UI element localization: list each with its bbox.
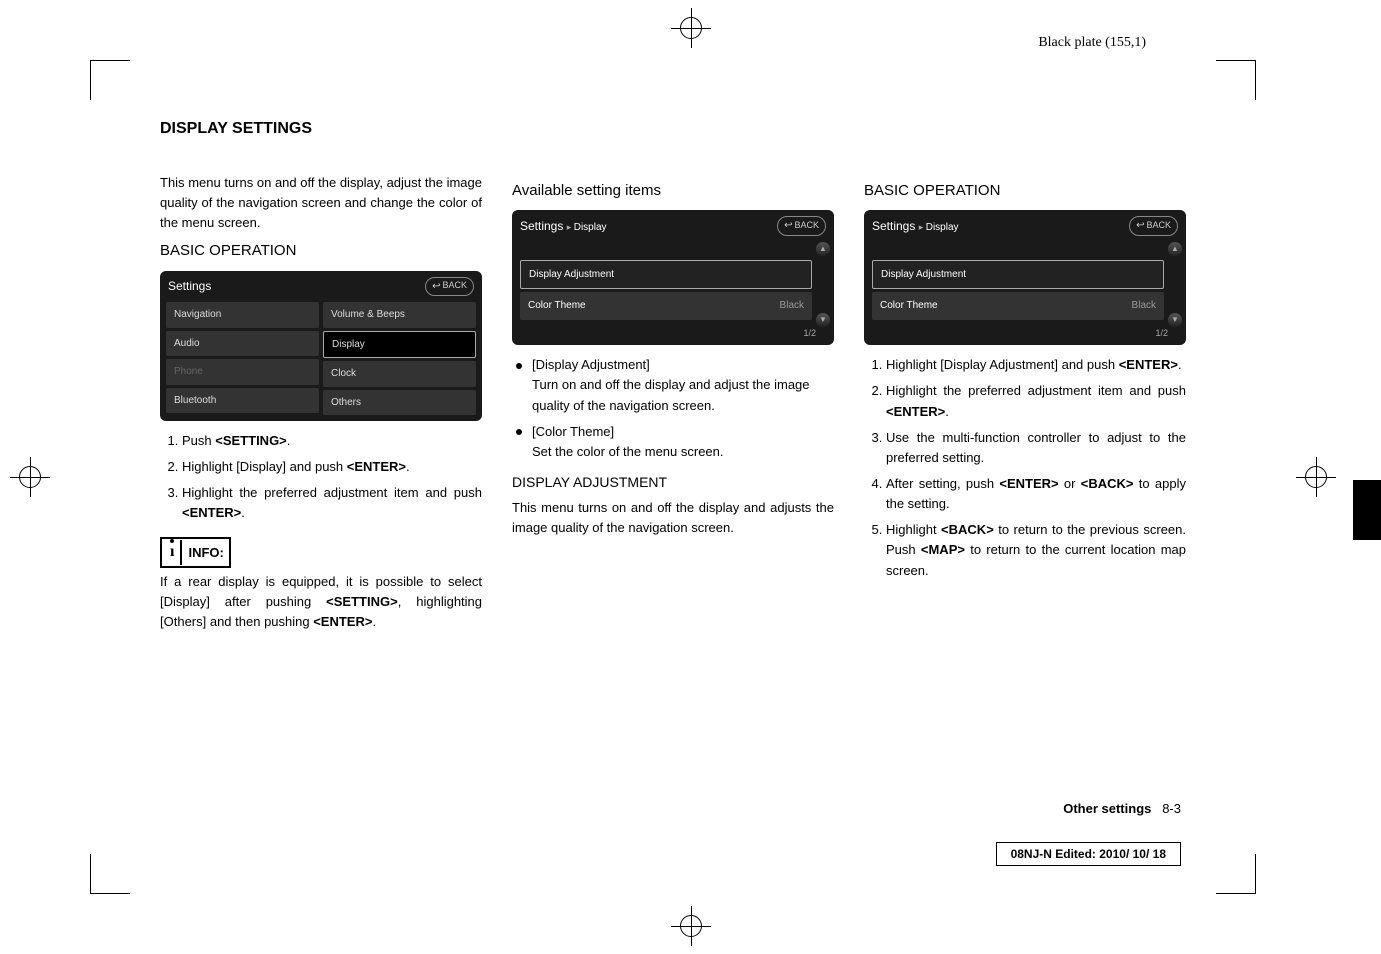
- bluetooth-cell: Bluetooth: [166, 388, 319, 414]
- registration-mark-left: [10, 457, 50, 497]
- color-theme-row: Color ThemeBlack: [872, 292, 1164, 320]
- display-adjustment-text: This menu turns on and off the display a…: [512, 498, 834, 538]
- info-text: If a rear display is equipped, it is pos…: [160, 572, 482, 632]
- phone-cell: Phone: [166, 359, 319, 385]
- info-icon: ı: [164, 540, 182, 565]
- page-indicator: 1/2: [1155, 327, 1168, 341]
- nav-cell: Navigation: [166, 302, 319, 328]
- step: Use the multi-function controller to adj…: [886, 428, 1186, 468]
- edit-info-box: 08NJ-N Edited: 2010/ 10/ 18: [996, 842, 1181, 866]
- scroll-up-icon: ▲: [816, 242, 830, 256]
- back-button: BACK: [425, 277, 474, 297]
- ss-breadcrumb: Settings ▸ Display: [872, 217, 959, 236]
- steps-list: Push <SETTING>. Highlight [Display] and …: [160, 431, 482, 524]
- scroll-up-icon: ▲: [1168, 242, 1182, 256]
- others-cell: Others: [323, 390, 476, 416]
- available-items-heading: Available setting items: [512, 179, 834, 202]
- volume-cell: Volume & Beeps: [323, 302, 476, 328]
- step: Highlight <BACK> to return to the previo…: [886, 520, 1186, 580]
- display-cell: Display: [323, 331, 476, 359]
- audio-cell: Audio: [166, 331, 319, 357]
- bullet-item: [Color Theme]Set the color of the menu s…: [516, 422, 834, 462]
- display-adjustment-heading: DISPLAY ADJUSTMENT: [512, 472, 834, 494]
- display-adjustment-row: Display Adjustment: [520, 260, 812, 290]
- column-3: BASIC OPERATION Settings ▸ Display BACK …: [864, 173, 1186, 638]
- step: Push <SETTING>.: [182, 431, 482, 451]
- back-button: BACK: [1129, 216, 1178, 236]
- intro-text: This menu turns on and off the display, …: [160, 173, 482, 233]
- column-2: Available setting items Settings ▸ Displ…: [512, 173, 834, 638]
- info-box: ı INFO:: [160, 537, 231, 568]
- page-title: DISPLAY SETTINGS: [160, 120, 1186, 138]
- scroll-bar: ▲ ▼: [1168, 242, 1182, 327]
- bullet-item: [Display Adjustment]Turn on and off the …: [516, 355, 834, 415]
- scroll-bar: ▲ ▼: [816, 242, 830, 327]
- column-1: This menu turns on and off the display, …: [160, 173, 482, 638]
- step: After setting, push <ENTER> or <BACK> to…: [886, 474, 1186, 514]
- section-tab: [1353, 480, 1381, 540]
- step: Highlight [Display] and push <ENTER>.: [182, 457, 482, 477]
- step: Highlight the preferred adjustment item …: [182, 483, 482, 523]
- step: Highlight the preferred adjustment item …: [886, 381, 1186, 421]
- info-label: INFO:: [182, 543, 223, 563]
- settings-screenshot: Settings BACK Navigation Audio Phone Blu…: [160, 271, 482, 421]
- back-button: BACK: [777, 216, 826, 236]
- basic-operation-heading: BASIC OPERATION: [864, 179, 1186, 202]
- display-adjustment-row: Display Adjustment: [872, 260, 1164, 290]
- display-settings-screenshot: Settings ▸ Display BACK Display Adjustme…: [512, 210, 834, 345]
- page-footer: Other settings 8-3: [1063, 801, 1181, 816]
- page-indicator: 1/2: [803, 327, 816, 341]
- registration-mark-bottom: [671, 906, 711, 946]
- plate-label: Black plate (155,1): [1038, 35, 1146, 51]
- basic-operation-heading: BASIC OPERATION: [160, 239, 482, 262]
- registration-mark-top: [671, 8, 711, 48]
- color-theme-row: Color ThemeBlack: [520, 292, 812, 320]
- steps-list: Highlight [Display Adjustment] and push …: [864, 355, 1186, 580]
- scroll-down-icon: ▼: [1168, 313, 1182, 327]
- ss-title: Settings: [168, 277, 211, 296]
- ss-breadcrumb: Settings ▸ Display: [520, 217, 607, 236]
- scroll-down-icon: ▼: [816, 313, 830, 327]
- crop-mark: [1216, 60, 1256, 100]
- crop-mark: [90, 854, 130, 894]
- display-settings-screenshot-2: Settings ▸ Display BACK Display Adjustme…: [864, 210, 1186, 345]
- page-content: DISPLAY SETTINGS This menu turns on and …: [160, 120, 1186, 839]
- bullet-list: [Display Adjustment]Turn on and off the …: [512, 355, 834, 462]
- crop-mark: [1216, 854, 1256, 894]
- crop-mark: [90, 60, 130, 100]
- registration-mark-right: [1296, 457, 1336, 497]
- clock-cell: Clock: [323, 361, 476, 387]
- step: Highlight [Display Adjustment] and push …: [886, 355, 1186, 375]
